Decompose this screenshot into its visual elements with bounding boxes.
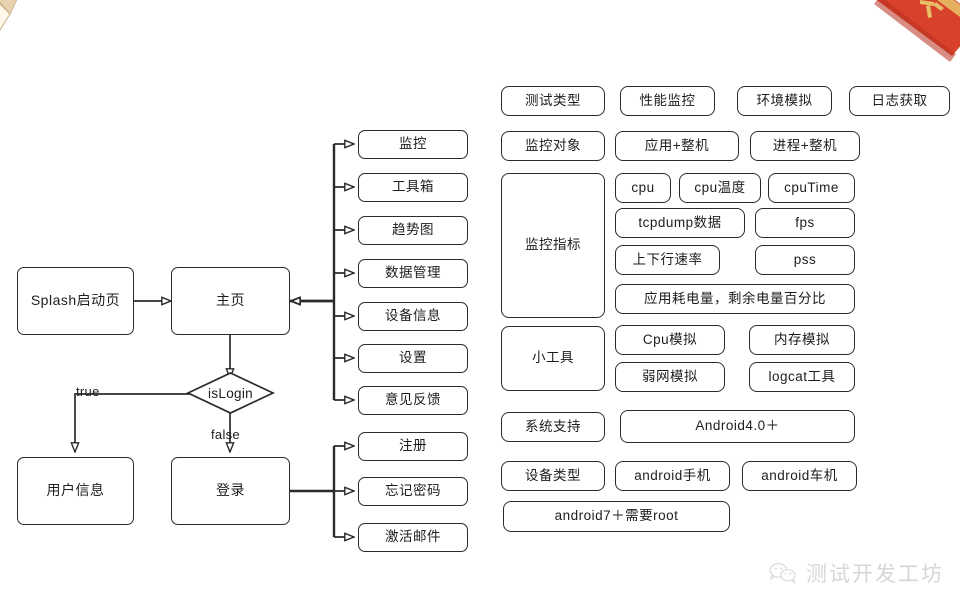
spec-label-system-support[interactable]: 系统支持 — [501, 412, 605, 442]
spec-value-battery-consumption[interactable]: 应用耗电量，剩余电量百分比 — [615, 284, 855, 314]
spec-value-weak-network-simulation[interactable]: 弱网模拟 — [615, 362, 725, 392]
spec-value-performance-monitor[interactable]: 性能监控 — [620, 86, 715, 116]
wechat-icon — [769, 563, 796, 584]
edge-label-true: true — [76, 384, 100, 399]
red-banner-decoration-icon — [874, 0, 960, 62]
node-home-menu-feedback[interactable]: 意见反馈 — [358, 386, 468, 415]
spec-value-tcpdump-data[interactable]: tcpdump数据 — [615, 208, 745, 238]
spec-value-android-phone[interactable]: android手机 — [615, 461, 730, 491]
spec-value-pss[interactable]: pss — [755, 245, 855, 275]
spec-value-up-down-rate[interactable]: 上下行速率 — [615, 245, 720, 275]
watermark-text: 测试开发工坊 — [806, 562, 944, 586]
spec-value-cpu[interactable]: cpu — [615, 173, 671, 203]
spec-value-log-capture[interactable]: 日志获取 — [849, 86, 950, 116]
node-user-info[interactable]: 用户信息 — [17, 457, 134, 525]
watermark: 测试开发工坊 — [768, 558, 944, 588]
spec-value-logcat-tool[interactable]: logcat工具 — [749, 362, 855, 392]
spec-value-fps[interactable]: fps — [755, 208, 855, 238]
node-home-menu-data-management[interactable]: 数据管理 — [358, 259, 468, 288]
spec-label-device-type[interactable]: 设备类型 — [501, 461, 605, 491]
spec-value-android-version[interactable]: Android4.0＋ — [620, 410, 855, 443]
node-home-menu-settings[interactable]: 设置 — [358, 344, 468, 373]
node-login-menu-register[interactable]: 注册 — [358, 432, 468, 461]
node-splash[interactable]: Splash启动页 — [17, 267, 134, 335]
edge-label-false: false — [211, 427, 240, 442]
node-home-menu-monitor[interactable]: 监控 — [358, 130, 468, 159]
node-login-menu-forgot-password[interactable]: 忘记密码 — [358, 477, 468, 506]
spec-label-mini-tools[interactable]: 小工具 — [501, 326, 605, 391]
fan-decoration-icon — [0, 0, 18, 31]
spec-value-cpu-simulation[interactable]: Cpu模拟 — [615, 325, 725, 355]
decision-label: isLogin — [208, 385, 253, 401]
spec-label-test-type[interactable]: 测试类型 — [501, 86, 605, 116]
spec-value-environment-simulation[interactable]: 环境模拟 — [737, 86, 832, 116]
spec-value-android7-root[interactable]: android7＋需要root — [503, 501, 730, 532]
node-home-menu-device-info[interactable]: 设备信息 — [358, 302, 468, 331]
node-login-menu-activation-email[interactable]: 激活邮件 — [358, 523, 468, 552]
node-home-menu-toolbox[interactable]: 工具箱 — [358, 173, 468, 202]
node-login[interactable]: 登录 — [171, 457, 290, 525]
spec-value-process-plus-device[interactable]: 进程+整机 — [750, 131, 860, 161]
spec-label-monitor-target[interactable]: 监控对象 — [501, 131, 605, 161]
spec-label-monitor-metrics[interactable]: 监控指标 — [501, 173, 605, 318]
spec-value-app-plus-device[interactable]: 应用+整机 — [615, 131, 739, 161]
decision-is-login[interactable]: isLogin — [186, 371, 275, 415]
spec-value-android-car[interactable]: android车机 — [742, 461, 857, 491]
spec-value-memory-simulation[interactable]: 内存模拟 — [749, 325, 855, 355]
node-home[interactable]: 主页 — [171, 267, 290, 335]
node-home-menu-trend-chart[interactable]: 趋势图 — [358, 216, 468, 245]
spec-value-cpu-temperature[interactable]: cpu温度 — [679, 173, 761, 203]
spec-value-cpu-time[interactable]: cpuTime — [768, 173, 855, 203]
